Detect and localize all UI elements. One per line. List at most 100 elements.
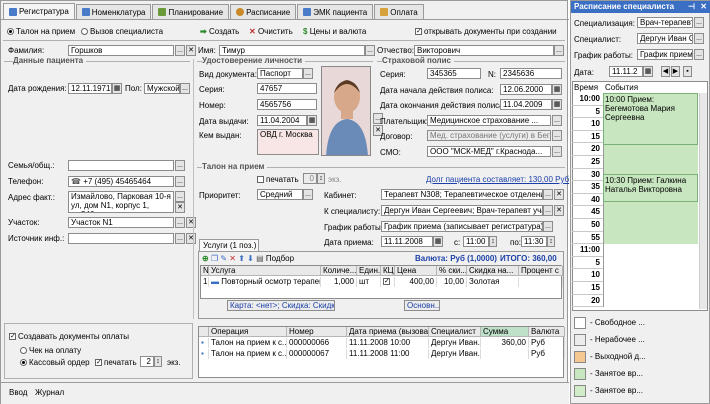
move-up-icon[interactable]: ⬆ (238, 254, 245, 263)
to-field[interactable]: 11:30 (521, 236, 547, 247)
spec-select-button[interactable]: ... (694, 17, 704, 28)
add-icon[interactable]: ⊕ (202, 254, 209, 263)
time-slot[interactable]: 55 (572, 231, 698, 245)
schedule-field[interactable]: График приема (записывает регистратура) (381, 221, 543, 232)
appt-date-calendar-button[interactable]: ▦ (433, 236, 443, 247)
ins-series-field[interactable]: 345365 (427, 68, 481, 79)
payment-copies-spinner[interactable]: ↕ (154, 356, 162, 367)
time-slot-cell[interactable] (603, 282, 698, 295)
tab-schedule[interactable]: Расписание (230, 4, 297, 19)
tab-emk[interactable]: ЭМК пациента (297, 4, 374, 19)
event-block-2[interactable]: 10:30 Прием: Галкина Наталья Викторовна (603, 174, 698, 202)
birth-calendar-button[interactable]: ▦ (112, 83, 122, 94)
time-slot[interactable]: 11:00 (572, 244, 698, 257)
time-slot-cell[interactable] (603, 294, 698, 308)
time-slot[interactable]: 20 (572, 294, 698, 308)
appt-date-field[interactable]: 11.11.2008 (381, 236, 433, 247)
open-docs-checkbox[interactable]: ✓ открывать документы при создании (415, 26, 557, 37)
sex-field[interactable]: Мужской (144, 83, 180, 94)
ins-start-calendar-button[interactable]: ▦ (552, 84, 562, 95)
id-issued-calendar-button[interactable]: ▦ (307, 115, 317, 126)
ins-contract-select-button[interactable]: ... (552, 130, 562, 141)
time-slot-cell[interactable] (603, 206, 698, 219)
status-journal-tab[interactable]: Журнал (35, 387, 64, 398)
sex-select-button[interactable]: ... (180, 83, 190, 94)
ins-end-field[interactable]: 11.04.2009 (500, 99, 552, 110)
selection-button[interactable]: Подбор (266, 254, 294, 263)
appt-copies-spinner[interactable]: ↕ (317, 173, 325, 184)
delete-icon[interactable]: ✕ (229, 254, 236, 263)
row-kc[interactable]: ✓ (381, 277, 395, 287)
time-slot-cell[interactable] (603, 156, 698, 169)
sched-date-field[interactable]: 11.11.2 (609, 66, 643, 77)
prev-day-button[interactable]: ◀ (661, 66, 670, 77)
surname-field[interactable]: Горшков (68, 45, 174, 56)
time-slot[interactable]: 45 (572, 206, 698, 219)
graph-field[interactable]: График приема ... (637, 49, 693, 60)
debt-link[interactable]: Долг пациента составляет: 130,00 Руб (426, 174, 569, 185)
close-icon[interactable]: ✕ (700, 1, 707, 13)
services-tab[interactable]: Услуги (1 поз.) (199, 239, 259, 251)
time-slot[interactable]: 10 (572, 269, 698, 282)
next-day-button[interactable]: ▶ (671, 66, 680, 77)
priority-field[interactable]: Средний (257, 189, 303, 200)
table-row[interactable]: ▪ Талон на прием к с... 000000066 11.11.… (199, 338, 565, 348)
phone-field[interactable]: ☎ +7 (495) 45465464 (68, 176, 174, 187)
id-series-field[interactable]: 47657 (257, 83, 317, 94)
event-block-1[interactable]: 10:00 Прием: Бегемотова Мария Сергеевна (603, 93, 698, 145)
time-slot-cell[interactable] (603, 231, 698, 245)
time-slot[interactable]: 25 (572, 156, 698, 169)
doctor-field[interactable]: Дергун Иван Се... (637, 33, 693, 44)
today-button[interactable]: ▪ (683, 66, 692, 77)
create-button[interactable]: ➡ Создать (200, 26, 239, 37)
time-slot[interactable]: 50 (572, 219, 698, 232)
address-clear-button[interactable]: ✕ (175, 202, 185, 213)
family-select-button[interactable]: ... (175, 160, 185, 171)
tab-planning[interactable]: Планирование (152, 4, 230, 19)
ins-smo-select-button[interactable]: ... (552, 146, 562, 157)
to-spinner[interactable]: ↕ (547, 236, 555, 247)
appt-print-checkbox[interactable]: печатать (257, 174, 299, 185)
clear-button[interactable]: ✕ Очистить (249, 26, 293, 37)
name-field[interactable]: Тимур (219, 45, 365, 56)
ins-payer-select-button[interactable]: ... (552, 115, 562, 126)
move-down-icon[interactable]: ⬇ (247, 254, 254, 263)
time-slot-cell[interactable] (603, 219, 698, 232)
source-clear-button[interactable]: ✕ (186, 233, 196, 244)
family-field[interactable] (68, 160, 174, 171)
time-slot[interactable]: 15 (572, 282, 698, 295)
area-field[interactable]: Участок N1 (68, 217, 174, 228)
edit-icon[interactable]: ✎ (220, 254, 227, 263)
radio-talon[interactable]: Талон на прием (7, 26, 75, 37)
table-row[interactable]: 1 ▬ Повторный осмотр терапевта 1,000 шт … (201, 277, 563, 287)
id-number-field[interactable]: 4565756 (257, 99, 317, 110)
ins-contract-field[interactable]: Мед. страхование (услуги) в Беге... (427, 130, 551, 141)
ins-num-field[interactable]: 2345636 (500, 68, 562, 79)
name-select-button[interactable]: ... (365, 45, 375, 56)
birth-field[interactable]: 12.11.1971 (68, 83, 112, 94)
ins-smo-field[interactable]: ООО "МСК-МЕД" г.Краснода... (427, 146, 551, 157)
source-field[interactable] (68, 233, 174, 244)
pin-icon[interactable]: ⊣ (688, 1, 695, 13)
area-clear-button[interactable]: ✕ (186, 217, 196, 228)
time-slot[interactable]: 5 (572, 256, 698, 270)
cash-order-radio[interactable]: Кассовый ордер (20, 357, 90, 368)
priority-select-button[interactable]: ... (303, 189, 313, 200)
status-input-tab[interactable]: Ввод (9, 387, 27, 398)
patronymic-field[interactable]: Викторович (414, 45, 554, 56)
graph-select-button[interactable]: ... (694, 49, 704, 60)
cabinet-select-button[interactable]: ... (543, 189, 553, 200)
check-radio[interactable]: Чек на оплату (20, 345, 81, 356)
from-spinner[interactable]: ↕ (489, 236, 497, 247)
specialist-field[interactable]: Дергун Иван Сергеевич; Врач-терапевт уча… (381, 205, 543, 216)
cabinet-clear-button[interactable]: ✕ (554, 189, 564, 200)
from-field[interactable]: 11:00 (463, 236, 489, 247)
prices-button[interactable]: $ Цены и валюта (303, 26, 366, 37)
doc-type-select-button[interactable]: ... (303, 68, 313, 79)
time-slot[interactable]: 20 (572, 143, 698, 156)
specialist-clear-button[interactable]: ✕ (554, 205, 564, 216)
payment-print-checkbox[interactable]: ✓ печатать (95, 357, 137, 368)
doc-type-field[interactable]: Паспорт (257, 68, 303, 79)
sched-date-calendar-button[interactable]: ▦ (643, 66, 653, 77)
ins-payer-field[interactable]: Медицинское страхование ... (427, 115, 551, 126)
